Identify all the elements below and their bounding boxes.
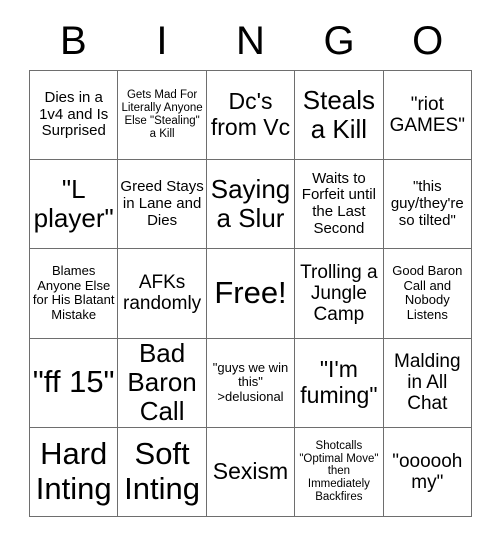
bingo-cell-label: Free! (214, 275, 287, 311)
bingo-cell[interactable]: Dies in a 1v4 and Is Surprised (30, 71, 119, 161)
bingo-cell[interactable]: Saying a Slur (206, 160, 296, 250)
bingo-cell[interactable]: "ff 15" (30, 338, 119, 428)
bingo-cell-label: "I'm fuming" (300, 355, 378, 408)
header-letter-i: I (156, 19, 168, 63)
bingo-cell-label: Waits to Forfeit until the Last Second (301, 169, 376, 238)
bingo-cell-label: Shotcalls "Optimal Move" then Immediatel… (299, 439, 379, 504)
bingo-header: B I N G O (29, 16, 472, 66)
bingo-cell[interactable]: "this guy/they're so tilted" (383, 160, 472, 250)
header-letter-b: B (59, 19, 87, 63)
bingo-cell[interactable]: Malding in All Chat (383, 338, 472, 428)
bingo-cell-label: AFKs randomly (123, 272, 202, 315)
bingo-cell-label: Sexism (212, 458, 289, 485)
bingo-cell[interactable]: Soft Inting (118, 427, 207, 517)
bingo-cell-label: "this guy/they're so tilted" (390, 178, 464, 229)
bingo-cell-label: Steals a Kill (302, 84, 376, 145)
bingo-cell-label: Blames Anyone Else for His Blatant Mista… (32, 263, 115, 323)
bingo-cell[interactable]: Greed Stays in Lane and Dies (118, 160, 207, 250)
bingo-cell[interactable]: Trolling a Jungle Camp (295, 249, 384, 339)
bingo-cell[interactable]: "riot GAMES" (383, 71, 472, 161)
bingo-cell[interactable]: Gets Mad For Literally Anyone Else "Stea… (118, 71, 207, 161)
bingo-cell-label: Gets Mad For Literally Anyone Else "Stea… (121, 89, 203, 140)
bingo-cell[interactable]: "guys we win this" >delusional (206, 338, 296, 428)
bingo-cell-label: "oooooh my" (392, 450, 463, 493)
bingo-cell[interactable]: Good Baron Call and Nobody Listens (383, 249, 472, 339)
bingo-cell-label: Dc's from Vc (210, 88, 291, 141)
bingo-cell-label: Dies in a 1v4 and Is Surprised (39, 88, 109, 140)
bingo-cell-label: "riot GAMES" (389, 93, 465, 137)
bingo-cell-label: Bad Baron Call (127, 338, 197, 427)
header-letter-o: O (412, 19, 444, 63)
header-letter-n: N (236, 19, 265, 63)
bingo-cell[interactable]: Dc's from Vc (206, 71, 296, 161)
bingo-cell[interactable]: Free! (206, 249, 296, 339)
bingo-cell[interactable]: Hard Inting (30, 427, 119, 517)
bingo-cell[interactable]: Shotcalls "Optimal Move" then Immediatel… (295, 427, 384, 517)
bingo-cell[interactable]: Bad Baron Call (118, 338, 207, 428)
bingo-cell-label: Saying a Slur (210, 174, 291, 234)
bingo-cell-label: "ff 15" (32, 364, 115, 400)
bingo-cell[interactable]: Steals a Kill (295, 71, 384, 161)
bingo-cell[interactable]: AFKs randomly (118, 249, 207, 339)
bingo-cell-label: Trolling a Jungle Camp (300, 261, 378, 326)
bingo-grid: Dies in a 1v4 and Is Surprised Gets Mad F… (29, 70, 472, 517)
bingo-cell-label: "guys we win this" >delusional (212, 359, 289, 404)
bingo-cell-label: Greed Stays in Lane and Dies (120, 178, 204, 229)
bingo-card: B I N G O Dies in a 1v4 and Is Surprised… (0, 0, 500, 544)
bingo-cell-label: Malding in All Chat (394, 350, 461, 415)
bingo-cell[interactable]: Waits to Forfeit until the Last Second (295, 160, 384, 250)
bingo-cell-label: Good Baron Call and Nobody Listens (392, 263, 463, 323)
bingo-cell-label: Soft Inting (124, 436, 201, 506)
bingo-cell[interactable]: "oooooh my" (383, 427, 472, 517)
bingo-cell[interactable]: Sexism (206, 427, 296, 517)
header-letter-g: G (323, 19, 355, 63)
bingo-cell[interactable]: Blames Anyone Else for His Blatant Mista… (30, 249, 119, 339)
bingo-cell[interactable]: "L player" (30, 160, 119, 250)
bingo-cell-label: "L player" (33, 174, 114, 234)
bingo-cell-label: Hard Inting (35, 436, 112, 506)
bingo-cell[interactable]: "I'm fuming" (295, 338, 384, 428)
